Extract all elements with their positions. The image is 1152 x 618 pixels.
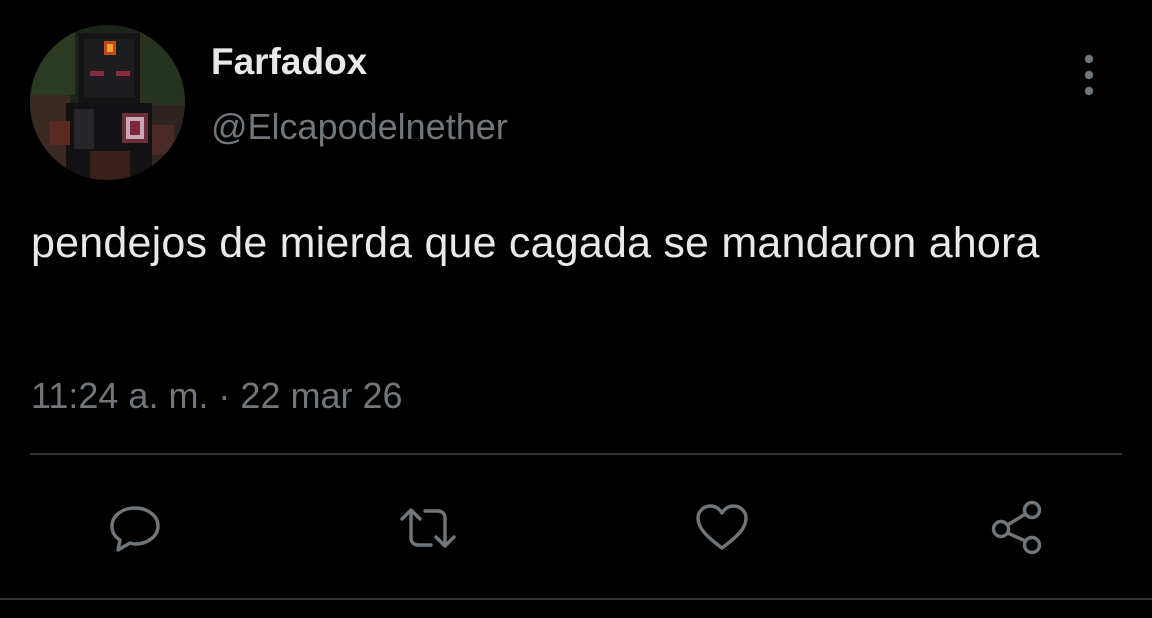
heart-icon [696, 504, 748, 550]
reply-button[interactable] [105, 498, 165, 558]
user-handle[interactable]: @Elcapodelnether [211, 105, 508, 149]
more-options-button[interactable] [1068, 50, 1110, 100]
share-button[interactable] [987, 498, 1047, 558]
divider [30, 453, 1122, 455]
more-vertical-icon [1084, 54, 1094, 96]
reply-bubble-icon [110, 506, 160, 552]
tweet-card: Farfadox @Elcapodelnether pendejos de mi… [0, 0, 1152, 618]
like-button[interactable] [692, 498, 752, 558]
tweet-timestamp[interactable]: 11:24 a. m. · 22 mar 26 [31, 372, 403, 420]
share-nodes-icon [991, 500, 1042, 555]
avatar[interactable] [30, 25, 185, 180]
retweet-icon [400, 508, 456, 548]
tweet-text: pendejos de mierda que cagada se mandaro… [31, 219, 1040, 267]
bottom-divider [0, 598, 1152, 600]
avatar-image [30, 25, 185, 180]
retweet-button[interactable] [398, 498, 458, 558]
display-name[interactable]: Farfadox [211, 40, 367, 84]
